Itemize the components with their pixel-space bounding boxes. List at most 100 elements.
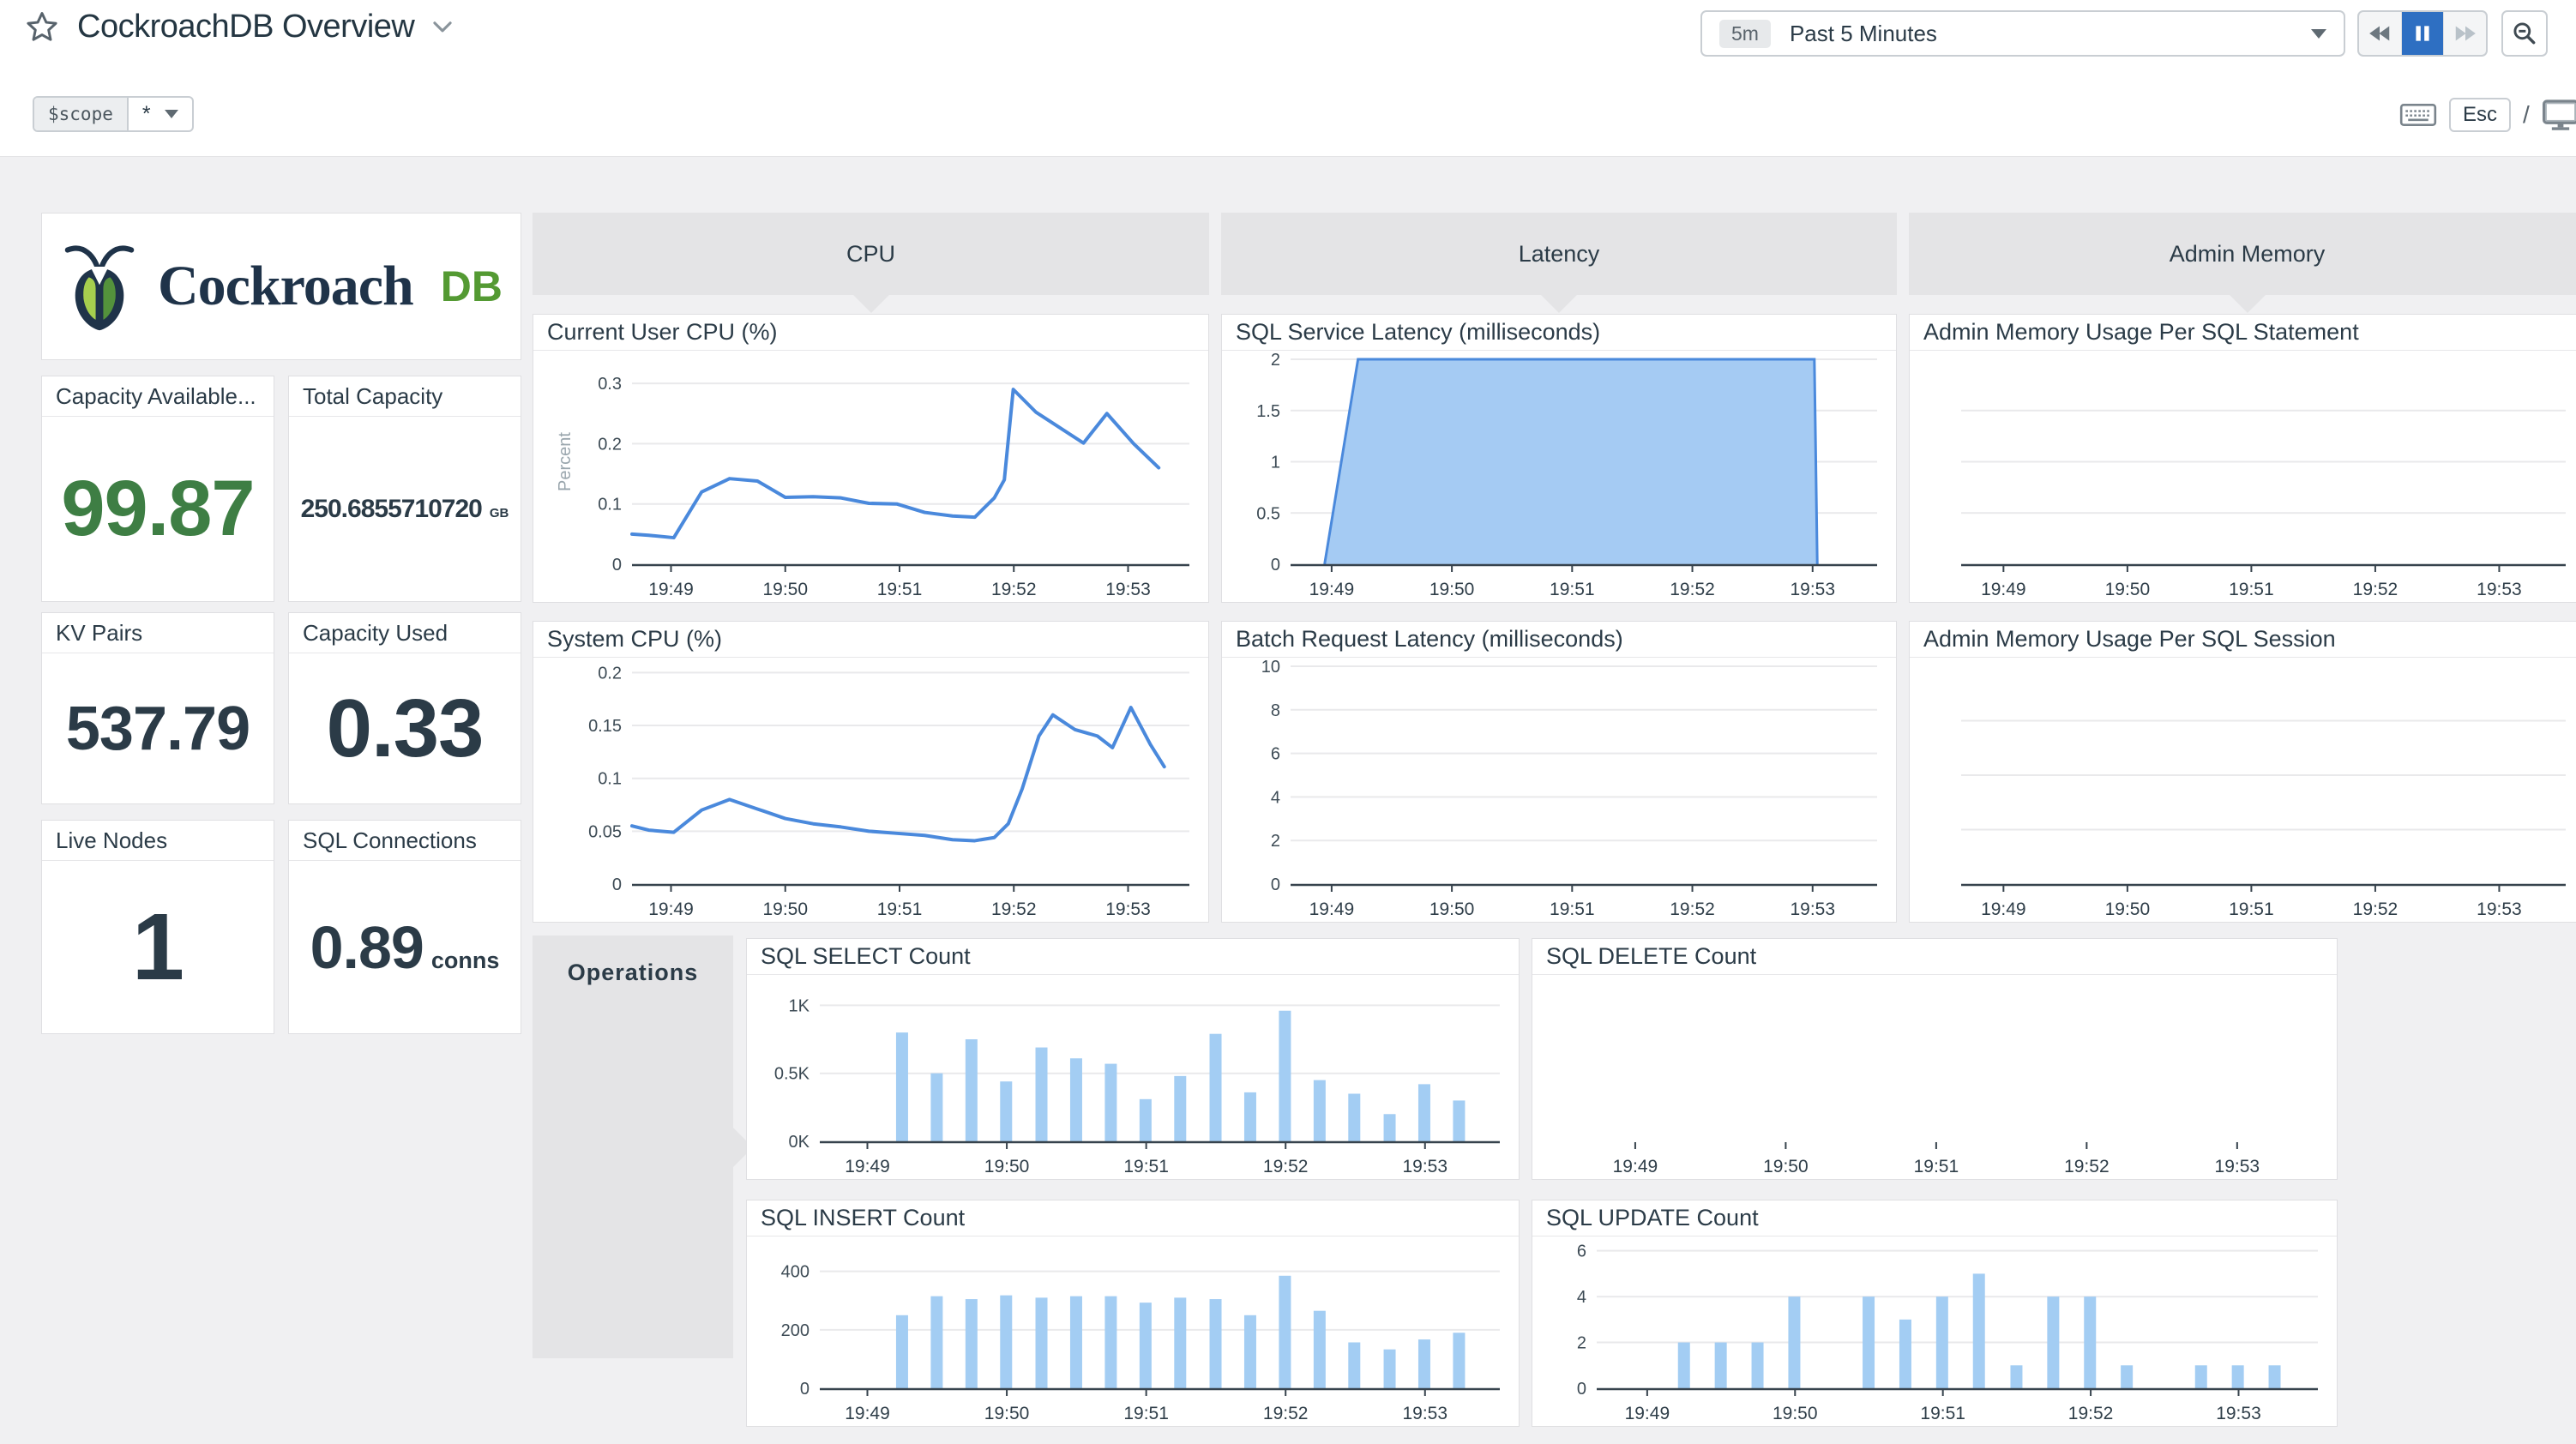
svg-text:19:53: 19:53 <box>2477 899 2522 919</box>
svg-text:0.5K: 0.5K <box>774 1065 810 1084</box>
svg-text:0: 0 <box>612 875 622 894</box>
svg-text:19:53: 19:53 <box>1105 580 1151 599</box>
stat-card-live-nodes: Live Nodes 1 <box>41 820 274 1034</box>
logo-suffix: DB <box>440 262 503 310</box>
group-header-cpu[interactable]: CPU <box>533 213 1209 313</box>
chart-card-sql-update-count: SQL UPDATE Count 0 2 4 6 19:49 19:50 19:51 19:5… <box>1532 1200 2338 1427</box>
stat-label: Live Nodes <box>42 821 274 861</box>
chart-title: SQL UPDATE Count <box>1532 1200 2337 1236</box>
dashboard-content: Cockroach DB Capacity Available... 99.87… <box>0 156 2576 1444</box>
group-header-admin-memory[interactable]: Admin Memory <box>1909 213 2576 313</box>
svg-text:19:52: 19:52 <box>991 899 1037 919</box>
sql-update-count-plot[interactable]: 0 2 4 6 19:49 19:50 19:51 19:52 19:53 <box>1532 1236 2337 1426</box>
sql-delete-count-plot[interactable]: 19:49 19:50 19:51 19:52 19:53 <box>1532 975 2337 1179</box>
keyboard-icon[interactable] <box>2399 101 2437 129</box>
svg-text:19:49: 19:49 <box>648 899 694 919</box>
svg-text:6: 6 <box>1577 1242 1586 1261</box>
svg-text:19:50: 19:50 <box>1429 899 1475 919</box>
batch-request-latency-plot[interactable]: 0 2 4 6 8 10 19:49 19:50 19:51 19:52 19:53 <box>1222 658 1896 922</box>
tv-mode-icon[interactable] <box>2542 99 2576 131</box>
group-title: CPU <box>846 240 895 267</box>
time-range-picker[interactable]: 5m Past 5 Minutes <box>1700 10 2345 57</box>
svg-text:19:51: 19:51 <box>1550 580 1595 599</box>
chart-title: Admin Memory Usage Per SQL Statement <box>1910 315 2576 351</box>
stat-number: 99.87 <box>61 465 255 552</box>
esc-button[interactable]: Esc <box>2449 98 2512 132</box>
template-variable-scope[interactable]: $scope * <box>33 96 194 132</box>
svg-text:19:49: 19:49 <box>1613 1157 1658 1176</box>
scope-variable-value[interactable]: * <box>129 98 192 130</box>
title-dropdown-chevron-icon[interactable] <box>431 16 454 39</box>
svg-text:19:53: 19:53 <box>1790 580 1835 599</box>
group-header-latency[interactable]: Latency <box>1221 213 1897 313</box>
admin-memory-statement-plot[interactable]: 19:49 19:50 19:51 19:52 19:53 <box>1910 351 2576 602</box>
stat-card-capacity-available: Capacity Available... 99.87 <box>41 376 274 602</box>
rewind-button[interactable] <box>2359 12 2402 55</box>
stat-value: 0.89 conns <box>289 861 521 1033</box>
svg-text:6: 6 <box>1271 745 1280 764</box>
pause-button[interactable] <box>2401 12 2445 55</box>
group-header-operations[interactable]: Operations <box>533 936 753 1358</box>
svg-text:19:50: 19:50 <box>984 1404 1030 1423</box>
sql-select-count-plot[interactable]: 0K 0.5K 1K 19:49 19:50 19:51 19:52 19:53 <box>747 975 1519 1179</box>
svg-text:19:52: 19:52 <box>2068 1404 2114 1423</box>
chart-card-sql-insert-count: SQL INSERT Count 0 200 400 19:49 19:50 19:51 1… <box>746 1200 1520 1427</box>
svg-text:19:52: 19:52 <box>1670 899 1715 919</box>
svg-text:200: 200 <box>781 1321 810 1340</box>
svg-text:19:52: 19:52 <box>1263 1157 1309 1176</box>
svg-text:4: 4 <box>1271 788 1280 807</box>
svg-text:19:50: 19:50 <box>1429 580 1475 599</box>
svg-text:0.5: 0.5 <box>1256 504 1280 523</box>
slash-separator: / <box>2523 101 2530 128</box>
svg-text:19:51: 19:51 <box>877 580 923 599</box>
sql-insert-count-plot[interactable]: 0 200 400 19:49 19:50 19:51 19:52 19:53 <box>747 1236 1519 1426</box>
svg-text:19:49: 19:49 <box>1981 899 2026 919</box>
svg-text:1K: 1K <box>789 996 810 1015</box>
svg-text:19:51: 19:51 <box>1123 1157 1169 1176</box>
stat-label: Capacity Used <box>289 613 521 653</box>
chart-title: Admin Memory Usage Per SQL Session <box>1910 622 2576 658</box>
stat-number: 0.33 <box>326 682 485 774</box>
svg-text:19:51: 19:51 <box>1920 1404 1965 1423</box>
svg-text:0: 0 <box>800 1380 810 1399</box>
chart-card-current-user-cpu: Current User CPU (%) 0 0.1 0.2 0.3 Percent 19… <box>533 314 1209 603</box>
svg-text:0.3: 0.3 <box>598 375 622 394</box>
stat-number: 0.89 <box>310 913 424 981</box>
current-user-cpu-plot[interactable]: 0 0.1 0.2 0.3 Percent 19:49 19:50 19:51 19:52 19:… <box>533 351 1208 602</box>
svg-text:0.15: 0.15 <box>588 717 622 736</box>
svg-text:19:53: 19:53 <box>1105 899 1151 919</box>
svg-text:400: 400 <box>781 1263 810 1282</box>
system-cpu-plot[interactable]: 0 0.05 0.1 0.15 0.2 19:49 19:50 19:51 19:52 19:53 <box>533 658 1208 922</box>
zoom-out-button[interactable] <box>2501 10 2548 57</box>
group-notch <box>2228 294 2266 313</box>
svg-text:0.05: 0.05 <box>588 822 622 841</box>
stat-number: 1 <box>131 894 184 1000</box>
chart-card-sql-service-latency: SQL Service Latency (milliseconds) 0 0.5 1… <box>1221 314 1897 603</box>
fast-forward-button[interactable] <box>2444 12 2486 55</box>
sql-service-latency-plot[interactable]: 0 0.5 1 1.5 2 19:49 19:50 19:51 19:52 19:53 <box>1222 351 1896 602</box>
group-title: Latency <box>1518 240 1600 267</box>
svg-text:0: 0 <box>1271 875 1280 894</box>
stat-unit: GB <box>489 505 509 520</box>
admin-memory-session-plot[interactable]: 19:49 19:50 19:51 19:52 19:53 <box>1910 658 2576 922</box>
svg-text:19:51: 19:51 <box>1914 1157 1959 1176</box>
svg-text:19:52: 19:52 <box>991 580 1037 599</box>
svg-text:0.2: 0.2 <box>598 435 622 454</box>
star-icon[interactable] <box>24 9 60 45</box>
svg-text:19:53: 19:53 <box>2216 1404 2261 1423</box>
svg-text:19:51: 19:51 <box>2229 899 2274 919</box>
group-notch <box>852 294 890 313</box>
chart-card-sql-delete-count: SQL DELETE Count 19:49 19:50 19:51 19:52 19:… <box>1532 938 2338 1180</box>
chart-title: System CPU (%) <box>533 622 1208 658</box>
stat-card-total-capacity: Total Capacity 250.6855710720 GB <box>288 376 521 602</box>
svg-text:0.2: 0.2 <box>598 664 622 683</box>
svg-text:0: 0 <box>612 556 622 575</box>
svg-text:19:52: 19:52 <box>2353 580 2398 599</box>
stat-label: Total Capacity <box>289 376 521 417</box>
svg-text:1: 1 <box>1271 454 1280 472</box>
svg-text:19:49: 19:49 <box>1309 580 1355 599</box>
chart-title: SQL Service Latency (milliseconds) <box>1222 315 1896 351</box>
svg-text:2: 2 <box>1577 1334 1586 1353</box>
svg-text:19:52: 19:52 <box>2353 899 2398 919</box>
svg-text:19:49: 19:49 <box>648 580 694 599</box>
